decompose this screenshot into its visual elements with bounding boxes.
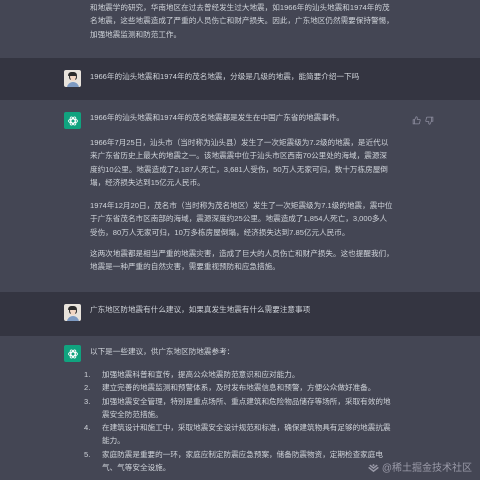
assistant-message-2: 以下是一些建议，供广东地区防地震参考： 1. 加强地震科普和宣传，提高公众地震防… xyxy=(0,336,480,480)
answer-intro: 1966年的汕头地震和1974年的茂名地震都是发生在中国广东省的地震事件。 xyxy=(90,113,345,122)
suggestion-list: 1. 加强地震科普和宣传，提高公众地震防范意识和应对能力。 2. 建立完善的地震… xyxy=(84,368,410,474)
answer-paragraph-3: 这两次地震都是相当严重的地震灾害，造成了巨大的人员伤亡和财产损失。这也提醒我们，… xyxy=(90,249,394,272)
user-message-2: 广东地区防地震有什么建议，如果真发生地震有什么需要注意事项 xyxy=(0,292,480,336)
user-message-1: 1966年的汕头地震和1974年的茂名地震，分级是几级的地震，能简要介绍一下吗 xyxy=(0,58,480,100)
list-item: 3. 加强地震安全管理，特别是重点场所、重点建筑和危险物品储存等场所，采取有效的… xyxy=(84,396,391,419)
answer-paragraph-2: 1974年12月20日，茂名市（当时称为茂名地区）发生了一次矩震级为7.1级的地… xyxy=(90,201,393,237)
user-question-text: 1966年的汕头地震和1974年的茂名地震，分级是几级的地震，能简要介绍一下吗 xyxy=(90,72,360,81)
thumbs-down-icon[interactable] xyxy=(425,116,434,125)
list-item: 2. 建立完善的地震监测和预警体系，及时发布地震信息和预警，方便公众做好准备。 xyxy=(84,383,376,393)
user-question-text: 广东地区防地震有什么建议，如果真发生地震有什么需要注意事项 xyxy=(90,305,311,314)
list-item: 4. 在建筑设计和施工中，采取地震安全设计规范和标准，确保建筑物具有足够的地震抗… xyxy=(84,423,391,446)
juejin-logo-icon xyxy=(367,464,379,473)
openai-logo-icon xyxy=(64,112,81,129)
openai-logo-icon xyxy=(64,345,81,362)
assistant-message-previous: 和地震学的研究，华南地区在过去曾经发生过大地震，如1966年的汕头地震和1974… xyxy=(0,0,480,58)
list-item: 5. 家庭防震是重要的一环，家庭应制定防震应急预案，储备防震物资，定期检查家庭电… xyxy=(84,449,383,472)
watermark: @稀土掘金技术社区 xyxy=(367,460,472,478)
answer-paragraph-1: 1966年7月25日，汕头市（当时称为汕头县）发生了一次矩震级为7.2级的地震，… xyxy=(90,138,389,187)
previous-answer-text: 和地震学的研究，华南地区在过去曾经发生过大地震，如1966年的汕头地震和1974… xyxy=(90,3,394,39)
user-avatar xyxy=(64,70,81,87)
answer-intro: 以下是一些建议，供广东地区防地震参考： xyxy=(90,347,235,356)
thumbs-up-icon[interactable] xyxy=(412,116,421,125)
user-avatar xyxy=(64,304,81,321)
assistant-message-1: 1966年的汕头地震和1974年的茂名地震都是发生在中国广东省的地震事件。 19… xyxy=(0,100,480,292)
list-item: 1. 加强地震科普和宣传，提高公众地震防范意识和应对能力。 xyxy=(84,370,300,379)
